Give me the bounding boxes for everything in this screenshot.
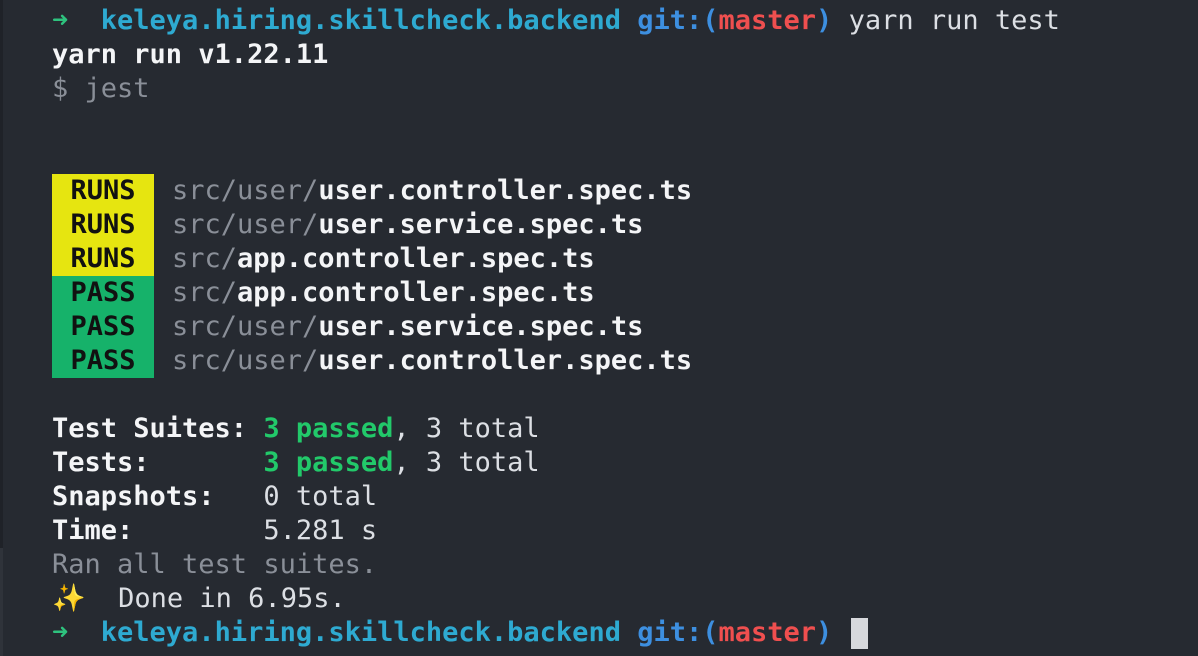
test-file-name: user.service.spec.ts: [318, 311, 644, 342]
summary-label: Snapshots:: [52, 481, 215, 512]
test-line: PASS src/user/user.controller.spec.ts: [52, 344, 692, 378]
prompt-line-active[interactable]: ➜ keleya.hiring.skillcheck.backend git:(…: [52, 616, 868, 650]
summary-snapshots-value: 0 total: [263, 481, 378, 512]
summary-time: Time: 5.281 s: [52, 514, 377, 548]
test-line: RUNS src/app.controller.spec.ts: [52, 242, 595, 276]
test-file-name: user.controller.spec.ts: [318, 345, 693, 376]
jest-command: $ jest: [52, 73, 150, 104]
terminal-window[interactable]: ➜ keleya.hiring.skillcheck.backend git:(…: [0, 0, 1198, 656]
prompt-line: ➜ keleya.hiring.skillcheck.backend git:(…: [52, 4, 1060, 38]
summary-suites: Test Suites: 3 passed, 3 total: [52, 412, 540, 446]
test-path-prefix: src/user/: [172, 209, 319, 240]
prompt-git-prefix: git:(: [637, 5, 719, 36]
summary-label: Test Suites:: [52, 413, 248, 444]
ran-all-message: Ran all test suites.: [52, 549, 378, 580]
prompt-arrow-icon: ➜: [52, 5, 69, 36]
prompt-arrow-icon: ➜: [52, 617, 69, 648]
prompt-git-branch: master: [718, 617, 817, 648]
test-file-name: app.controller.spec.ts: [237, 243, 595, 274]
prompt-git-suffix: ): [816, 5, 833, 36]
summary-snapshots: Snapshots: 0 total: [52, 480, 377, 514]
summary-total: , 3 total: [393, 413, 540, 444]
test-line: RUNS src/user/user.service.spec.ts: [52, 208, 643, 242]
summary-tests: Tests: 3 passed, 3 total: [52, 446, 540, 480]
test-path-prefix: src/: [172, 277, 238, 308]
text-cursor[interactable]: [850, 618, 868, 649]
prompt-git-prefix: git:(: [637, 617, 719, 648]
terminal-edge: [0, 0, 3, 548]
test-line: PASS src/app.controller.spec.ts: [52, 276, 595, 310]
test-path-prefix: src/user/: [172, 345, 319, 376]
status-badge-runs: RUNS: [52, 174, 154, 208]
test-file-name: user.controller.spec.ts: [318, 175, 693, 206]
prompt-directory: keleya.hiring.skillcheck.backend: [100, 5, 621, 36]
summary-total: , 3 total: [393, 447, 540, 478]
test-line: RUNS src/user/user.controller.spec.ts: [52, 174, 692, 208]
test-file-name: user.service.spec.ts: [318, 209, 644, 240]
status-badge-runs: RUNS: [52, 208, 154, 242]
summary-label: Time:: [52, 515, 134, 546]
status-badge-runs: RUNS: [52, 242, 154, 276]
prompt-command: yarn run test: [848, 5, 1060, 36]
test-path-prefix: src/: [172, 243, 238, 274]
summary-passed-count: 3 passed: [263, 447, 394, 478]
status-badge-pass: PASS: [52, 344, 154, 378]
prompt-git-suffix: ): [816, 617, 833, 648]
test-path-prefix: src/user/: [172, 311, 319, 342]
test-file-name: app.controller.spec.ts: [237, 277, 595, 308]
prompt-directory: keleya.hiring.skillcheck.backend: [100, 617, 621, 648]
sparkles-icon: ✨: [52, 583, 86, 614]
summary-label: Tests:: [52, 447, 150, 478]
test-path-prefix: src/user/: [172, 175, 319, 206]
summary-passed-count: 3 passed: [263, 413, 394, 444]
summary-time-value: 5.281 s: [263, 515, 378, 546]
done-text: Done in 6.95s.: [118, 583, 346, 614]
yarn-header: yarn run v1.22.11: [52, 39, 329, 70]
status-badge-pass: PASS: [52, 310, 154, 344]
test-line: PASS src/user/user.service.spec.ts: [52, 310, 643, 344]
terminal-edge-lower: [0, 548, 3, 656]
prompt-git-branch: master: [718, 5, 817, 36]
done-line: ✨ Done in 6.95s.: [52, 582, 346, 616]
status-badge-pass: PASS: [52, 276, 154, 310]
